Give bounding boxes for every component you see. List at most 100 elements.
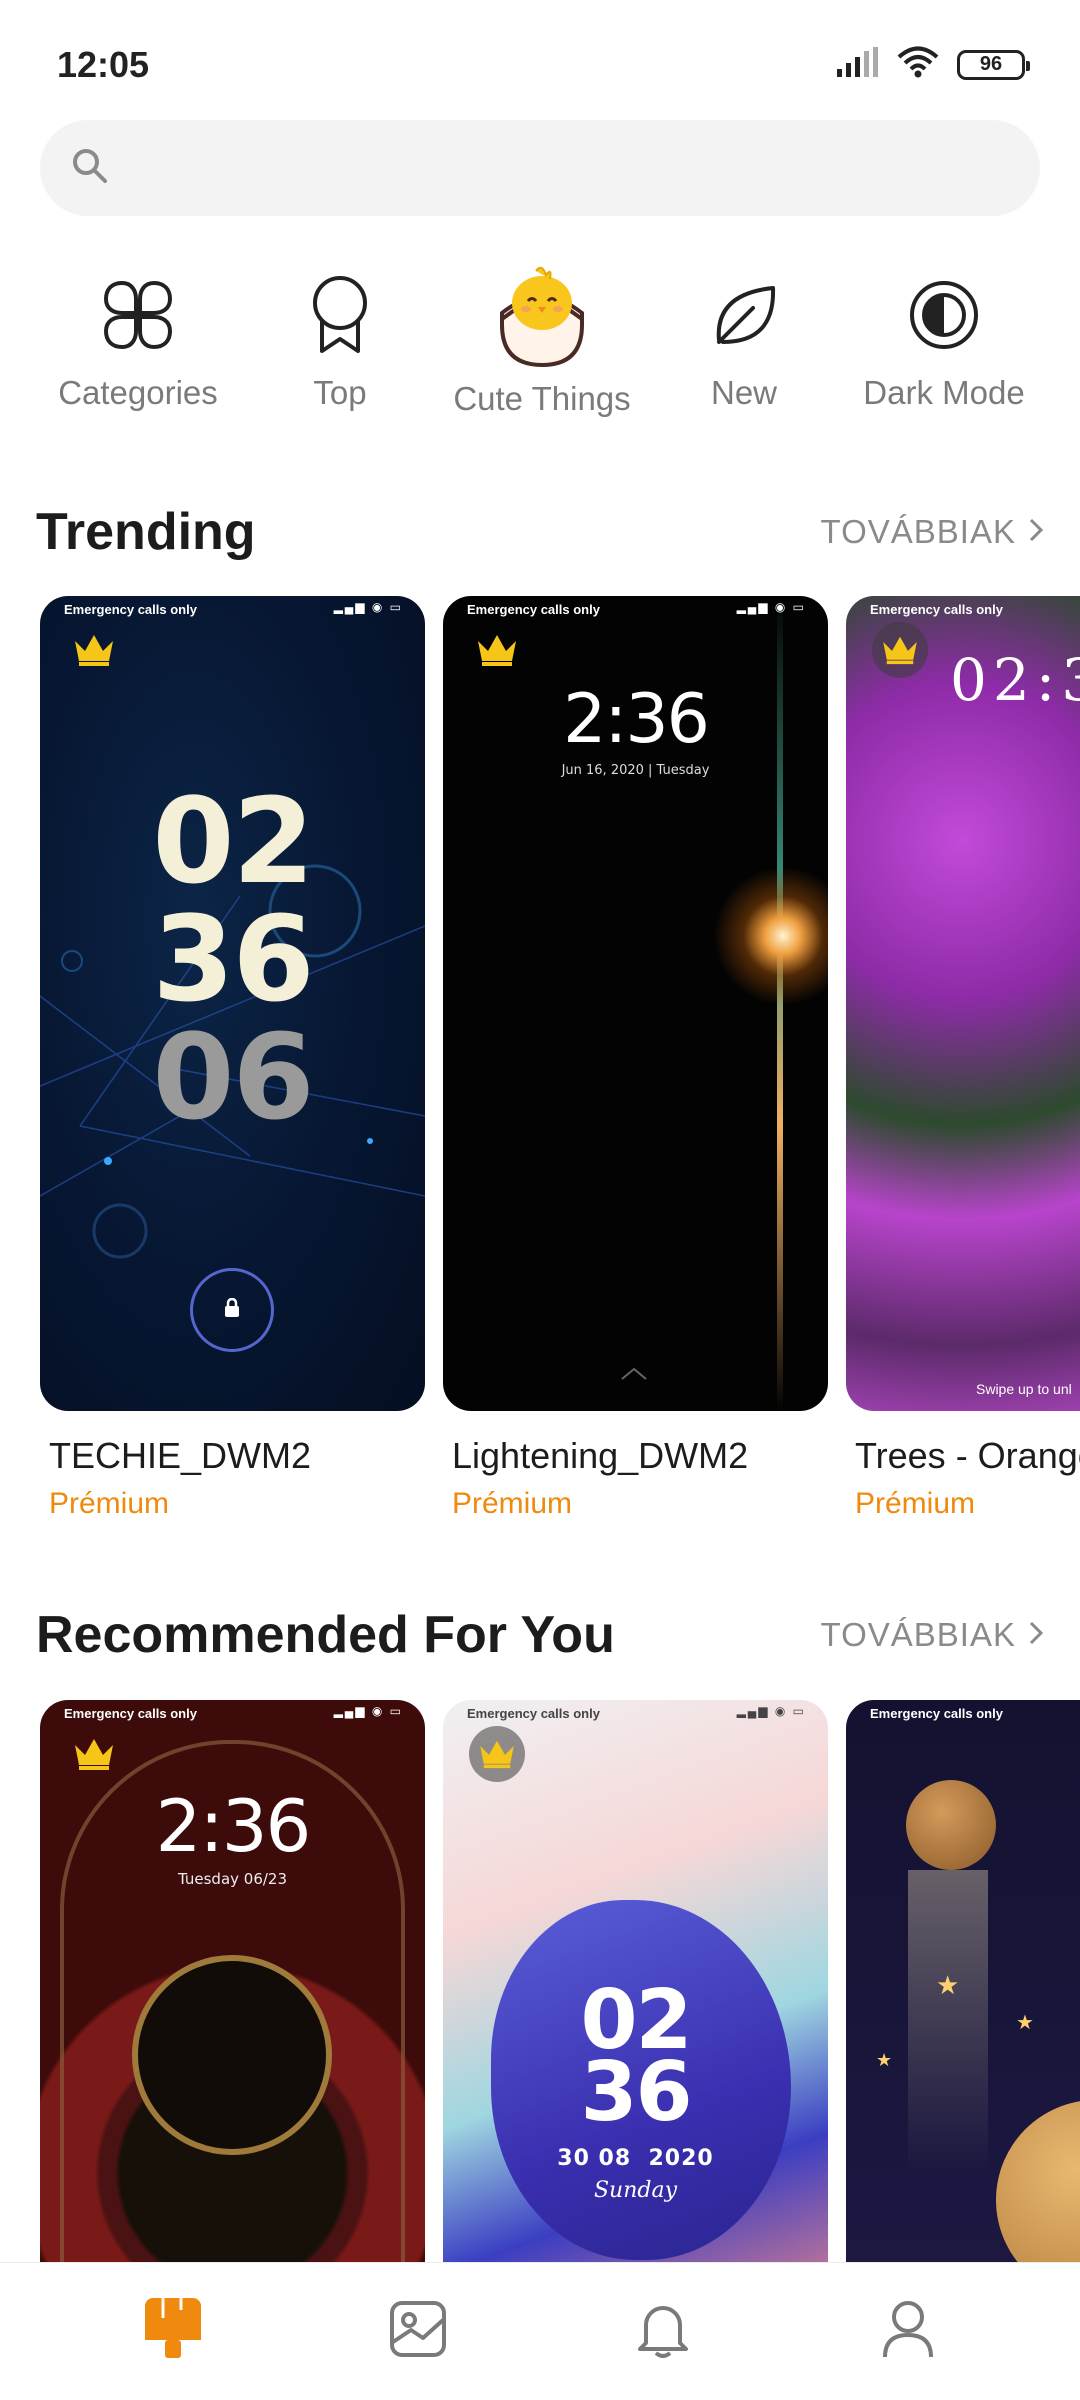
clock-seconds: 06 [152, 1008, 314, 1146]
wallpaper-icon [389, 2300, 447, 2363]
theme-card[interactable]: ★ ★ ★ Emergency calls only [846, 1700, 1080, 2262]
more-label: TOVÁBBIAK [820, 513, 1016, 550]
search-bar[interactable] [40, 120, 1040, 216]
theme-name: Lightening_DWM2 [452, 1435, 749, 1476]
crown-icon [469, 1726, 525, 1782]
status-time: 12:05 [57, 44, 150, 85]
theme-card[interactable]: Emergency calls only ▂▄▆ ◉ ▭ 02 36 06 TE… [40, 596, 425, 1521]
profile-icon [881, 2299, 935, 2364]
crown-icon [66, 1726, 122, 1782]
chevron-up-icon [619, 1366, 649, 1387]
themes-icon [143, 2296, 203, 2367]
theme-price: Prémium [855, 1487, 976, 1520]
notification-bell-icon [636, 2299, 690, 2364]
quick-nav: Categories Top Cute Things New Dark Mode [0, 266, 1080, 440]
recommended-row: Emergency calls only ▂▄▆ ◉ ▭ 2:36 Tuesda… [0, 1700, 1080, 2262]
dark-mode-icon [899, 270, 989, 360]
thumb-status-text: Emergency calls only [64, 1706, 197, 1721]
thumb-signal-glyphs: ▂▄▆ ◉ ▭ [736, 1704, 806, 1718]
thumb-signal-glyphs: ▂▄▆ ◉ ▭ [736, 600, 806, 614]
trending-header: Trending TOVÁBBIAK [36, 497, 1044, 567]
quick-nav-label: Cute Things [453, 380, 631, 417]
bottom-nav [0, 2262, 1080, 2400]
thumb-signal-glyphs: ▂▄▆ ◉ ▭ [333, 1704, 403, 1718]
bottom-nav-notifications[interactable] [603, 2272, 723, 2392]
crown-icon [872, 622, 928, 678]
theme-card[interactable]: Emergency calls only ▂▄▆ ◉ ▭ 2:36 Tuesda… [40, 1700, 425, 2262]
thumb-status-text: Emergency calls only [870, 1706, 1003, 1721]
battery-indicator: 96 [957, 49, 1030, 80]
categories-icon [93, 270, 183, 360]
theme-name: Trees - Orange [855, 1435, 1080, 1476]
theme-thumbnail[interactable]: Emergency calls only ▂▄▆ ◉ ▭ 2:36 Tuesda… [40, 1700, 425, 2262]
quick-nav-label: New [710, 374, 778, 411]
crown-icon [66, 622, 122, 678]
quick-nav-categories[interactable]: Categories [38, 270, 238, 412]
theme-thumbnail[interactable]: Emergency calls only ▂▄▆ ◉ ▭ 02 36 06 [40, 596, 425, 1411]
clock-date: Tuesday 06/23 [177, 1870, 288, 1888]
clock-time: 2:36 [563, 680, 710, 759]
trending-row: Emergency calls only ▂▄▆ ◉ ▭ 02 36 06 TE… [0, 596, 1080, 1546]
thumb-status-text: Emergency calls only [64, 602, 197, 617]
clock-time: 2:36 [155, 1784, 312, 1868]
quick-nav-label: Categories [58, 374, 218, 411]
star-icon: ★ [1016, 2012, 1034, 2034]
theme-price: Prémium [49, 1487, 170, 1520]
clock-day: Sunday [593, 2178, 678, 2203]
status-bar: 12:05 96 [0, 0, 1080, 130]
ribbon-icon [295, 270, 385, 360]
theme-thumbnail[interactable]: Emergency calls only ▂▄▆ ◉ ▭ 02 36 30 08… [443, 1700, 828, 2262]
quick-nav-cute-things[interactable]: Cute Things [442, 260, 642, 418]
theme-thumbnail[interactable]: Emergency calls only ▂▄▆ ◉ ▭ 2:36 Jun 16… [443, 596, 828, 1411]
clock-date: 30 08 2020 [557, 2146, 714, 2171]
leaf-icon [699, 270, 789, 360]
quick-nav-new[interactable]: New [644, 270, 844, 412]
clock-hours: 02 [152, 772, 314, 910]
quick-nav-top[interactable]: Top [240, 270, 440, 412]
section-title: Trending [36, 503, 256, 561]
recommended-more-link[interactable]: TOVÁBBIAK [821, 1616, 1044, 1654]
clock-minutes: 36 [152, 890, 314, 1028]
bottom-nav-profile[interactable] [848, 2272, 968, 2392]
bottom-nav-wallpapers[interactable] [358, 2272, 478, 2392]
thumb-status-text: Emergency calls only [467, 602, 600, 617]
quick-nav-label: Top [313, 374, 367, 411]
unlock-ring [190, 1268, 274, 1352]
chick-egg-icon [492, 260, 592, 370]
chevron-right-icon [1028, 1616, 1044, 1654]
swipe-hint: Swipe up to unl [976, 1381, 1072, 1397]
star-icon: ★ [936, 1970, 960, 2000]
medallion-decoration [132, 1955, 332, 2155]
theme-card[interactable]: Emergency calls only ▂▄▆ ◉ ▭ 2:36 Jun 16… [443, 596, 828, 1521]
theme-card[interactable]: Emergency calls only 02:3 Swipe up to un… [846, 596, 1080, 1521]
thumb-signal-glyphs: ▂▄▆ ◉ ▭ [333, 600, 403, 614]
moon-decoration [996, 2100, 1080, 2262]
theme-price: Prémium [452, 1487, 573, 1520]
light-glow-decoration [713, 866, 828, 1006]
search-input[interactable] [130, 149, 1010, 187]
signal-icon [837, 47, 879, 82]
quick-nav-dark-mode[interactable]: Dark Mode [844, 270, 1044, 412]
clock-date: Jun 16, 2020 | Tuesday [561, 763, 710, 778]
cookie-planet-decoration [906, 1780, 996, 1870]
star-icon: ★ [876, 2050, 893, 2070]
clock-time: 02:3 [950, 646, 1080, 714]
crown-icon [469, 622, 525, 678]
more-label: TOVÁBBIAK [820, 1616, 1016, 1653]
lock-icon [223, 1297, 241, 1323]
section-title: Recommended For You [36, 1606, 615, 1664]
thumb-status-text: Emergency calls only [870, 602, 1003, 617]
status-icons: 96 [837, 46, 1030, 83]
trending-more-link[interactable]: TOVÁBBIAK [821, 513, 1044, 551]
theme-thumbnail[interactable]: Emergency calls only 02:3 Swipe up to un… [846, 596, 1080, 1411]
search-icon [70, 146, 110, 191]
theme-thumbnail[interactable]: ★ ★ ★ Emergency calls only [846, 1700, 1080, 2262]
theme-card[interactable]: Emergency calls only ▂▄▆ ◉ ▭ 02 36 30 08… [443, 1700, 828, 2262]
wifi-icon [897, 46, 939, 83]
theme-name: TECHIE_DWM2 [49, 1435, 312, 1476]
recommended-header: Recommended For You TOVÁBBIAK [36, 1600, 1044, 1670]
quick-nav-label: Dark Mode [863, 374, 1025, 411]
comet-trail-decoration [908, 1870, 988, 2170]
clock-minutes: 36 [580, 2045, 692, 2140]
bottom-nav-themes[interactable] [113, 2272, 233, 2392]
